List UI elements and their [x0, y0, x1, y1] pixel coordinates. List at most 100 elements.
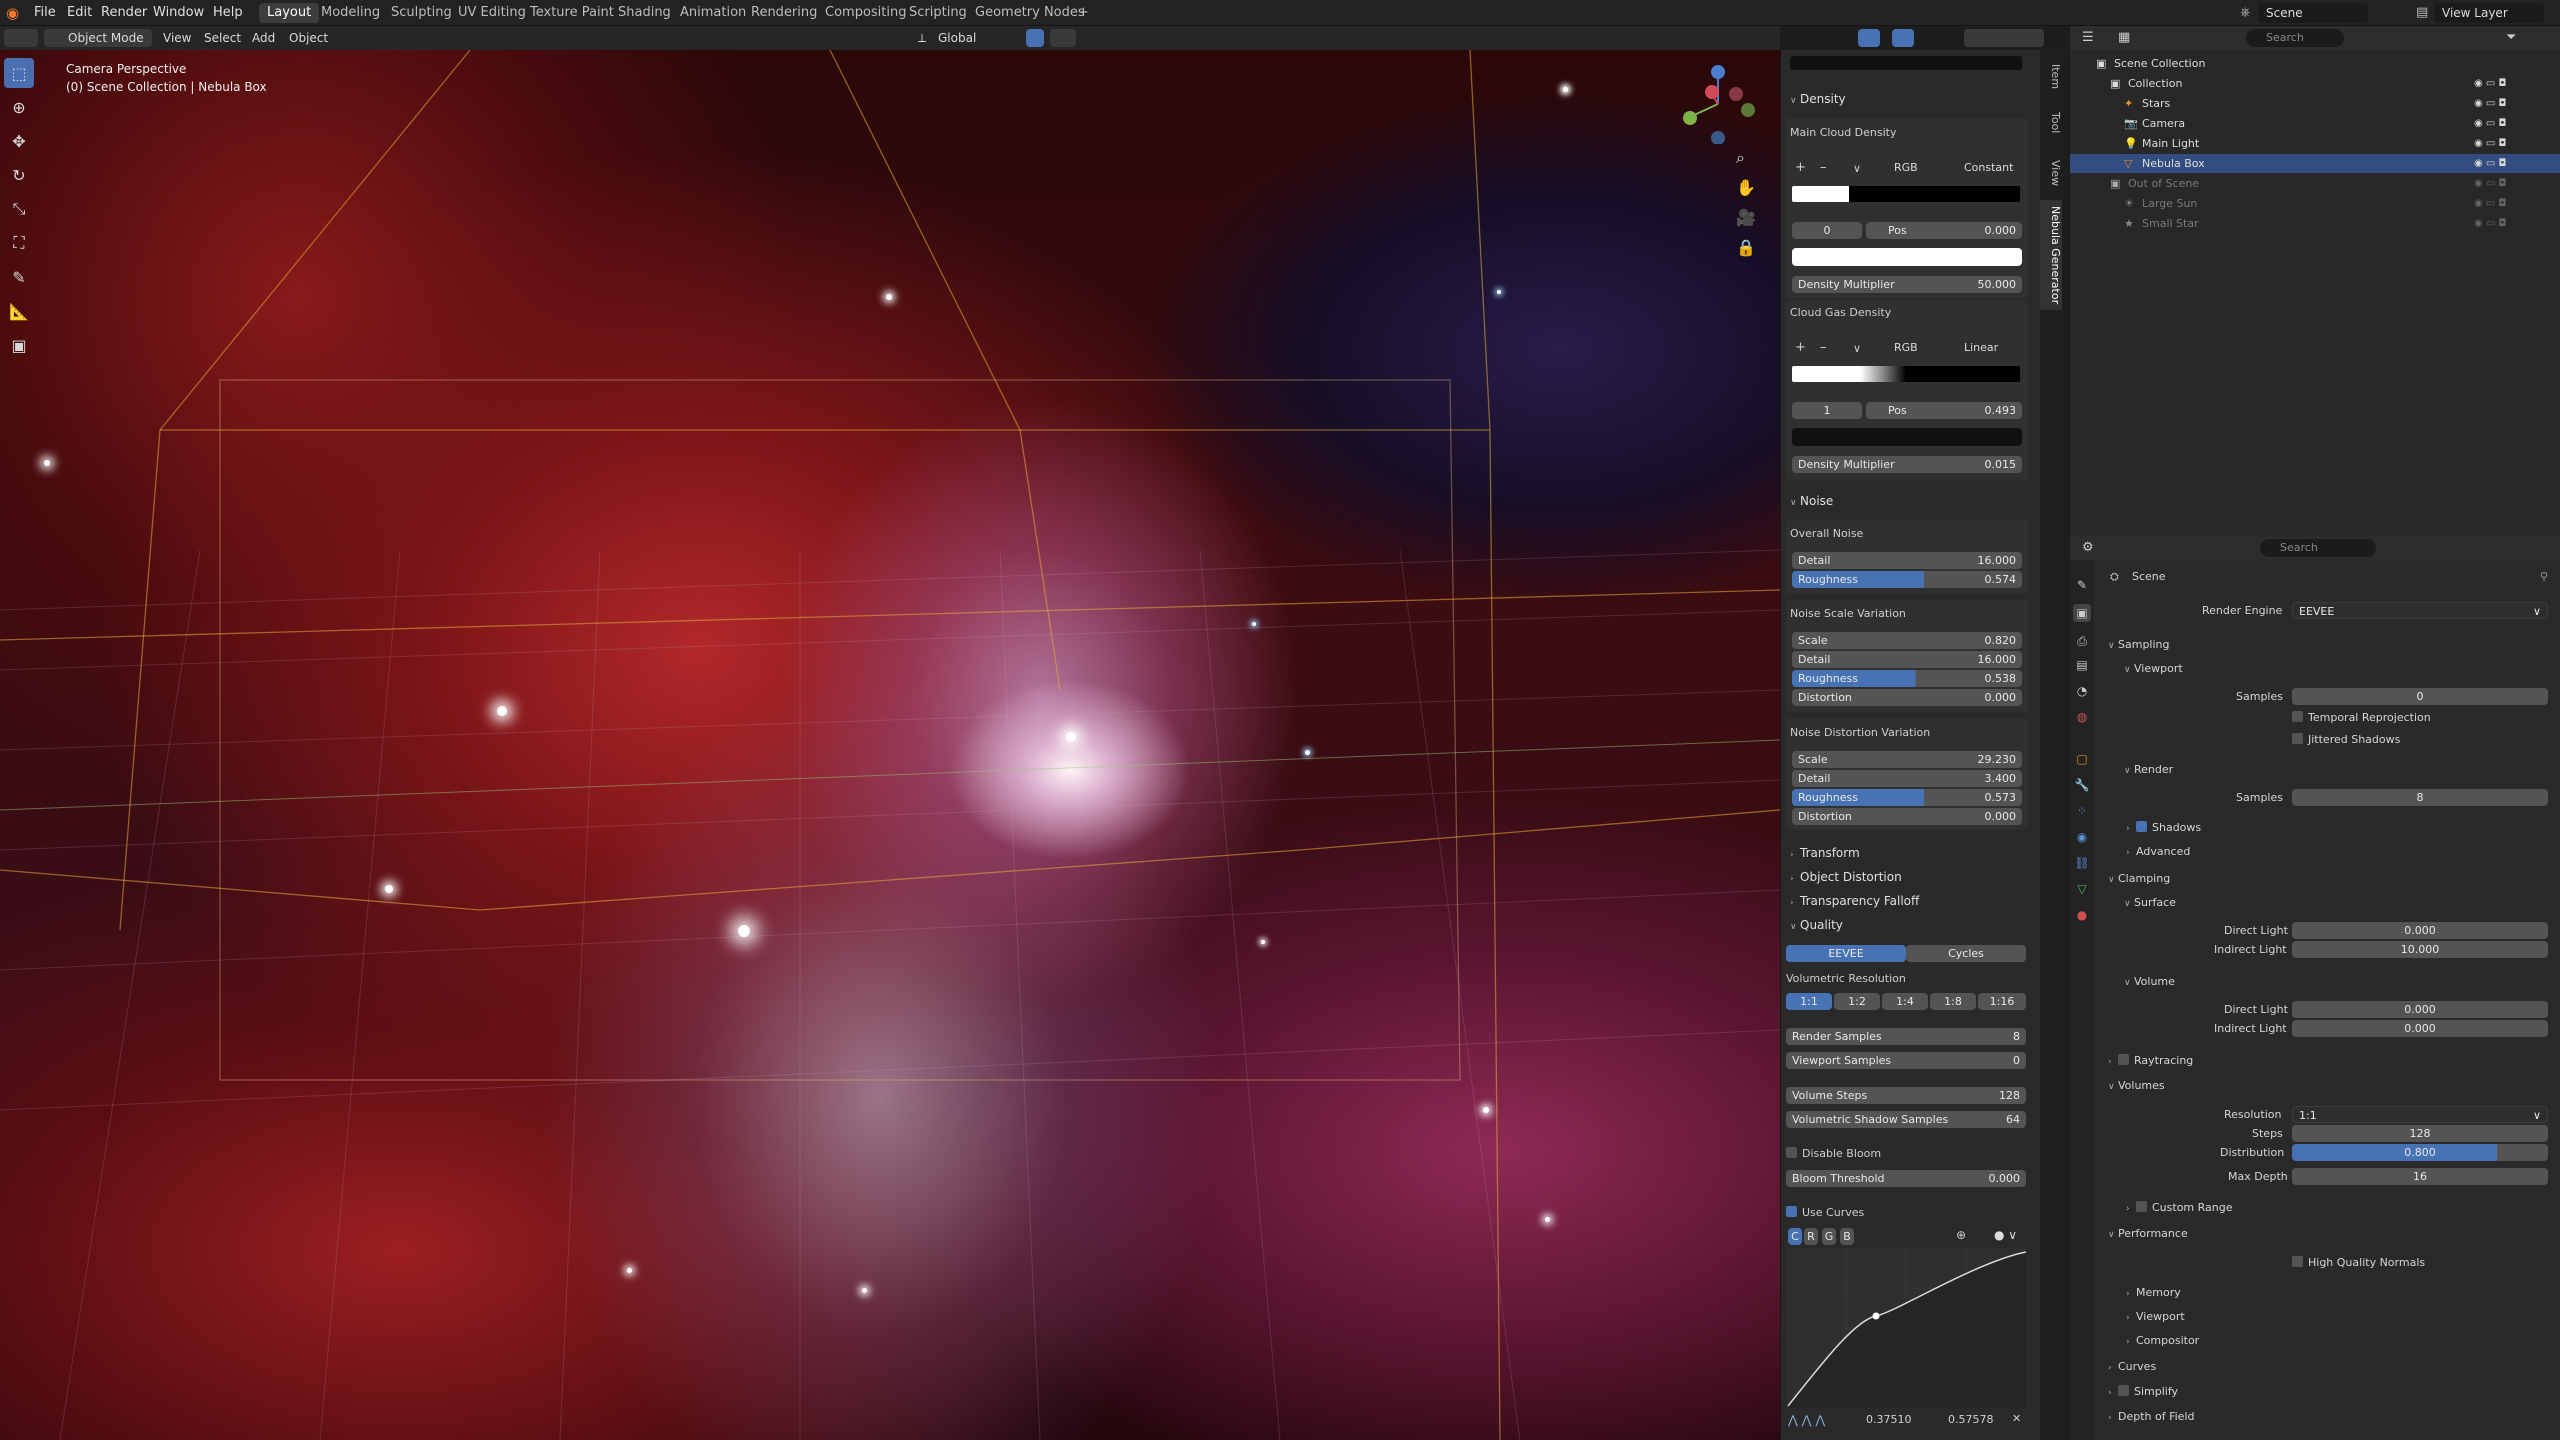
- tab-shading[interactable]: Shading: [610, 3, 679, 23]
- surface-subheader[interactable]: ∨ Surface: [2124, 896, 2176, 909]
- menu-render[interactable]: Render: [101, 0, 147, 26]
- zoom-curve-icon[interactable]: ⊕: [1956, 1228, 1966, 1242]
- outliner-row[interactable]: ▣ Out of Scene ◉ ▭ ◘: [2070, 174, 2560, 193]
- dv-roughness[interactable]: Roughness 0.573: [1792, 789, 2022, 806]
- volume-subheader[interactable]: ∨ Volume: [2124, 975, 2175, 988]
- menu-window[interactable]: Window: [153, 0, 204, 26]
- curves-header[interactable]: › Curves: [2108, 1360, 2156, 1373]
- cursor-icon[interactable]: ⊕: [4, 92, 34, 122]
- channel-c[interactable]: C: [1788, 1228, 1802, 1245]
- channel-g[interactable]: G: [1822, 1228, 1836, 1245]
- vp-samples-field[interactable]: 0: [2292, 688, 2548, 705]
- compositor-header[interactable]: › Compositor: [2126, 1334, 2199, 1347]
- disable-bloom-checkbox[interactable]: Disable Bloom: [1786, 1147, 1881, 1160]
- tool-tab-icon[interactable]: ✎: [2073, 576, 2091, 594]
- visibility-eye-icon[interactable]: ◉ ▭ ◘: [2474, 134, 2506, 153]
- navigation-gizmo[interactable]: [1678, 64, 1758, 145]
- lock-icon[interactable]: 🔒: [1736, 238, 1756, 257]
- menu-edit[interactable]: Edit: [67, 0, 92, 26]
- main-stop-index[interactable]: 0: [1792, 222, 1862, 239]
- scene-selector[interactable]: Scene: [2258, 3, 2368, 23]
- snap-toggle-icon[interactable]: [1026, 29, 1044, 47]
- tab-modeling[interactable]: Modeling: [313, 3, 388, 23]
- raytracing-header[interactable]: › Raytracing: [2108, 1054, 2193, 1067]
- add-cube-icon[interactable]: ▣: [4, 330, 34, 360]
- dv-scale[interactable]: Scale 29.230: [1792, 751, 2022, 768]
- particles-tab-icon[interactable]: ⁘: [2073, 802, 2091, 820]
- curve-y-value[interactable]: 0.57578: [1948, 1413, 1994, 1426]
- channel-r[interactable]: R: [1804, 1228, 1818, 1245]
- viewport-samples-field[interactable]: Viewport Samples 0: [1786, 1052, 2026, 1069]
- clamping-header[interactable]: ∨ Clamping: [2108, 872, 2170, 885]
- s-direct-field[interactable]: 0.000: [2292, 922, 2548, 939]
- channel-b[interactable]: B: [1840, 1228, 1854, 1245]
- gas-interp[interactable]: Linear: [1960, 339, 2022, 356]
- scene-tab-icon[interactable]: ◔: [2073, 682, 2091, 700]
- engine-cycles-button[interactable]: Cycles: [1906, 945, 2026, 962]
- visibility-eye-icon[interactable]: ◉ ▭ ◘: [2474, 194, 2506, 213]
- tab-animation[interactable]: Animation: [672, 3, 754, 23]
- volres-1-8[interactable]: 1:8: [1930, 993, 1976, 1010]
- simplify-header[interactable]: › Simplify: [2108, 1385, 2178, 1398]
- ramp-menu-icon[interactable]: ∨: [1853, 162, 1861, 175]
- material-tab-icon[interactable]: ●: [2073, 906, 2091, 924]
- gas-stop-color[interactable]: [1792, 428, 2022, 446]
- volres-1-1[interactable]: 1:1: [1786, 993, 1832, 1010]
- properties-editor-icon[interactable]: ⚙: [2082, 540, 2094, 555]
- scale-icon[interactable]: ⤡: [4, 194, 34, 224]
- steps-field[interactable]: 128: [2292, 1125, 2548, 1142]
- tab-item[interactable]: Item: [2040, 58, 2062, 95]
- curve-handle-icons[interactable]: ⋀ ⋀ ⋀: [1788, 1413, 1825, 1427]
- bloom-threshold-field[interactable]: Bloom Threshold 0.000: [1786, 1170, 2026, 1187]
- display-mode-icon[interactable]: ▦: [2118, 30, 2130, 45]
- tab-rendering[interactable]: Rendering: [743, 3, 825, 23]
- advanced-header[interactable]: › Advanced: [2126, 845, 2190, 858]
- transparency-falloff-header[interactable]: › Transparency Falloff: [1790, 894, 2022, 908]
- annotate-icon[interactable]: ✎: [4, 262, 34, 292]
- gas-color-mode[interactable]: RGB: [1890, 339, 1954, 356]
- sv-scale[interactable]: Scale 0.820: [1792, 632, 2022, 649]
- overall-detail[interactable]: Detail 16.000: [1792, 552, 2022, 569]
- volres-1-2[interactable]: 1:2: [1834, 993, 1880, 1010]
- visibility-eye-icon[interactable]: ◉ ▭ ◘: [2474, 154, 2506, 173]
- tab-nebula-generator[interactable]: Nebula Generator: [2040, 200, 2062, 311]
- transform-icon[interactable]: ⛶: [4, 228, 34, 258]
- main-interp[interactable]: Constant: [1960, 159, 2022, 176]
- tab-view[interactable]: View: [2040, 154, 2062, 192]
- menu-view[interactable]: View: [163, 26, 191, 50]
- tab-layout[interactable]: Layout: [259, 3, 320, 23]
- main-stop-pos[interactable]: Pos 0.000: [1866, 222, 2022, 239]
- outliner-row[interactable]: ▽ Nebula Box ◉ ▭ ◘: [2070, 154, 2560, 173]
- curve-x-value[interactable]: 0.37510: [1866, 1413, 1912, 1426]
- remove-stop-icon[interactable]: –: [1820, 160, 1827, 175]
- r-samples-field[interactable]: 8: [2292, 789, 2548, 806]
- tab-texture-paint[interactable]: Texture Paint: [522, 3, 622, 23]
- distribution-field[interactable]: 0.800: [2292, 1144, 2548, 1161]
- render-samples-field[interactable]: Render Samples 8: [1786, 1028, 2026, 1045]
- sv-distortion[interactable]: Distortion 0.000: [1792, 689, 2022, 706]
- view-layer-selector[interactable]: View Layer: [2434, 3, 2544, 23]
- constraints-tab-icon[interactable]: ⛓: [2073, 854, 2091, 872]
- overall-roughness[interactable]: Roughness 0.574: [1792, 571, 2022, 588]
- perf-viewport-header[interactable]: › Viewport: [2126, 1310, 2185, 1323]
- visibility-eye-icon[interactable]: ◉ ▭ ◘: [2474, 174, 2506, 193]
- shadows-header[interactable]: › Shadows: [2126, 821, 2201, 834]
- close-icon[interactable]: ✕: [2012, 1412, 2021, 1425]
- gas-stop-index[interactable]: 1: [1792, 402, 1862, 419]
- visibility-eye-icon[interactable]: ◉ ▭ ◘: [2474, 74, 2506, 93]
- filter-icon[interactable]: ⏷: [2506, 30, 2516, 45]
- ramp-menu-icon[interactable]: ∨: [1853, 342, 1861, 355]
- main-color-mode[interactable]: RGB: [1890, 159, 1954, 176]
- outliner-row[interactable]: ★ Small Star ◉ ▭ ◘: [2070, 214, 2560, 233]
- data-tab-icon[interactable]: ▽: [2073, 880, 2091, 898]
- move-icon[interactable]: ✥: [4, 126, 34, 156]
- output-tab-icon[interactable]: ⎙: [2073, 632, 2091, 650]
- 3d-viewport[interactable]: ⬚ ⊕ ✥ ↻ ⤡ ⛶ ✎ 📐 ▣ Camera Perspective (0)…: [0, 50, 1780, 1440]
- engine-eevee-button[interactable]: EEVEE: [1786, 945, 1906, 962]
- tab-scripting[interactable]: Scripting: [901, 3, 975, 23]
- curve-menu-icon[interactable]: ● ∨: [1994, 1228, 2017, 1242]
- rotate-icon[interactable]: ↻: [4, 160, 34, 190]
- viewport-subheader[interactable]: ∨ Viewport: [2124, 662, 2183, 675]
- shading-modes[interactable]: [1964, 29, 2044, 47]
- shadow-samples-field[interactable]: Volumetric Shadow Samples 64: [1786, 1111, 2026, 1128]
